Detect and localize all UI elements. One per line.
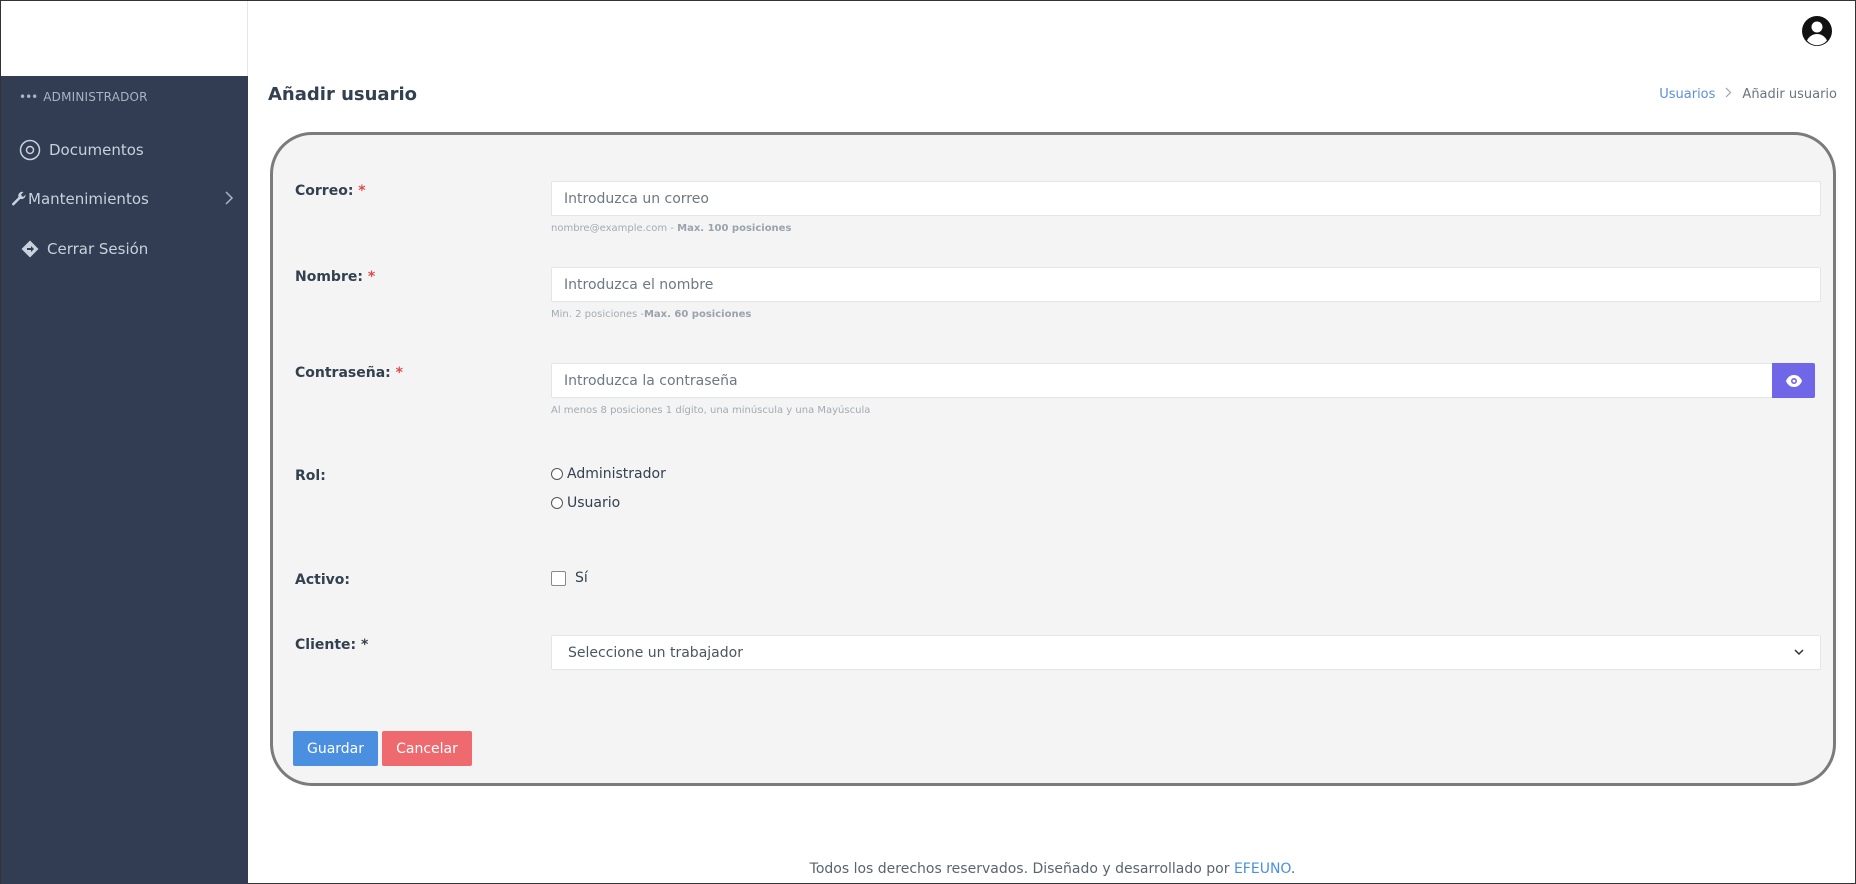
radio-label: Administrador: [567, 466, 666, 482]
password-help: Al menos 8 posiciones 1 dígito, una minú…: [551, 405, 871, 416]
logo-area: [1, 1, 248, 76]
sidebar-item-label: Documentos: [49, 141, 144, 159]
sidebar-item-cerrar-sesion[interactable]: Cerrar Sesión: [1, 229, 248, 269]
breadcrumb: Usuarios Añadir usuario: [1659, 87, 1837, 102]
active-label: Activo:: [295, 572, 350, 588]
save-button[interactable]: Guardar: [293, 731, 378, 766]
footer: Todos los derechos reservados. Diseñado …: [248, 861, 1856, 877]
password-label: Contraseña: *: [295, 365, 403, 381]
client-select[interactable]: Seleccione un trabajador: [551, 635, 1821, 670]
radio-label: Usuario: [567, 495, 621, 511]
name-label: Nombre: *: [295, 269, 376, 285]
eye-icon: [1785, 374, 1802, 387]
sidebar-item-mantenimientos[interactable]: Mantenimientos: [1, 179, 248, 219]
active-checkbox[interactable]: [551, 570, 566, 586]
breadcrumb-link-usuarios[interactable]: Usuarios: [1659, 87, 1715, 102]
wrench-icon: [11, 191, 27, 207]
name-field[interactable]: [551, 267, 1821, 302]
email-field[interactable]: [551, 181, 1821, 216]
chevron-right-icon: [1725, 87, 1732, 102]
client-label: Cliente: *: [295, 637, 369, 653]
checkbox-label: Sí: [575, 570, 588, 586]
user-avatar-icon[interactable]: [1801, 15, 1833, 47]
diamond-arrow-icon: [21, 240, 39, 258]
page-title: Añadir usuario: [268, 84, 417, 105]
sidebar: ••• ADMINISTRADOR Documentos Mantenimien…: [1, 76, 248, 884]
name-help: Min. 2 posiciones -Max. 60 posiciones: [551, 309, 752, 320]
email-help: nombre@example.com - Max. 100 posiciones: [551, 223, 792, 234]
email-label: Correo: *: [295, 183, 366, 199]
client-select-value: Seleccione un trabajador: [568, 644, 743, 661]
sidebar-section-header: ••• ADMINISTRADOR: [19, 90, 148, 104]
sidebar-item-label: Mantenimientos: [28, 190, 149, 208]
active-checkbox-row[interactable]: Sí: [551, 570, 588, 586]
breadcrumb-current: Añadir usuario: [1742, 87, 1837, 102]
ellipsis-icon: •••: [19, 90, 38, 104]
chevron-right-icon: [224, 191, 234, 209]
cancel-button[interactable]: Cancelar: [382, 731, 472, 766]
role-label: Rol:: [295, 468, 326, 484]
circle-dot-icon: [19, 139, 41, 161]
radio-button[interactable]: [551, 497, 563, 509]
role-option-usuario[interactable]: Usuario: [551, 495, 620, 511]
footer-link-efeuno[interactable]: EFEUNO: [1234, 861, 1291, 877]
add-user-form: Correo: * nombre@example.com - Max. 100 …: [270, 132, 1836, 786]
sidebar-item-documentos[interactable]: Documentos: [1, 130, 248, 170]
sidebar-item-label: Cerrar Sesión: [47, 240, 149, 258]
role-option-administrador[interactable]: Administrador: [551, 466, 666, 482]
footer-text: Todos los derechos reservados. Diseñado …: [809, 861, 1234, 877]
footer-end: .: [1290, 861, 1296, 877]
radio-button[interactable]: [551, 468, 563, 480]
sidebar-section-label: ADMINISTRADOR: [43, 90, 148, 104]
password-field[interactable]: [551, 363, 1773, 398]
chevron-down-icon: [1794, 649, 1804, 656]
toggle-password-button[interactable]: [1772, 363, 1815, 398]
